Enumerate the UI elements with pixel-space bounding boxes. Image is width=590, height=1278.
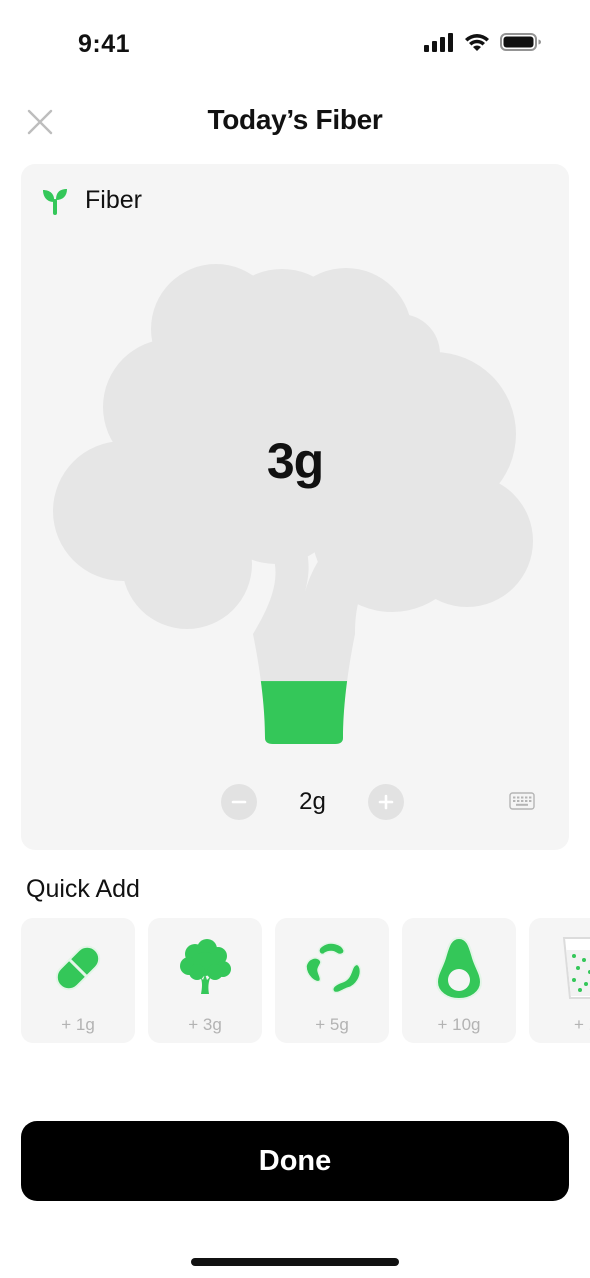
decrement-button[interactable] [221,784,257,820]
cellular-signal-icon [424,33,453,52]
page-title: Today’s Fiber [207,104,383,135]
nav-bar: Today’s Fiber [0,96,590,148]
quick-add-item-3g[interactable]: + 3g [148,918,262,1043]
status-icons [424,32,542,52]
fiber-card: Fiber 3g 2g [21,164,569,850]
done-button[interactable]: Done [21,1121,569,1201]
minus-icon [231,800,247,804]
quick-add-title: Quick Add [26,875,140,903]
broccoli-icon [180,939,231,994]
quick-add-item-1g[interactable]: + 1g [21,918,135,1043]
quick-add-item-5g[interactable]: + 5g [275,918,389,1043]
fiber-stepper: 2g [221,784,404,820]
battery-icon [500,33,541,51]
fiber-progress-fill [253,681,397,744]
fiber-total-value: 3g [266,433,324,489]
home-indicator[interactable] [191,1258,399,1266]
fiber-drink-icon [562,937,590,999]
quick-add-label: + 5g [315,1015,349,1034]
status-time: 9:41 [78,30,131,58]
wifi-icon [465,34,489,51]
quick-add-item-drink[interactable]: + 1 [529,918,590,1043]
quick-add-list[interactable]: + 1g + 3g + 5g + 10g + [21,918,590,1044]
capsule-icon [55,945,101,991]
beans-icon [305,942,362,994]
increment-button[interactable] [368,784,404,820]
keyboard-input-button[interactable] [509,792,535,810]
quick-add-item-10g[interactable]: + 10g [402,918,516,1043]
plus-icon [378,794,394,810]
quick-add-label: + 10g [437,1015,481,1034]
quick-add-label: + 1 [573,1015,590,1034]
keyboard-icon [509,792,535,810]
status-bar: 9:41 [0,0,590,88]
step-amount: 2g [299,788,326,815]
quick-add-label: + 1g [61,1015,95,1034]
avocado-icon [435,936,483,1000]
quick-add-label: + 3g [188,1015,222,1034]
